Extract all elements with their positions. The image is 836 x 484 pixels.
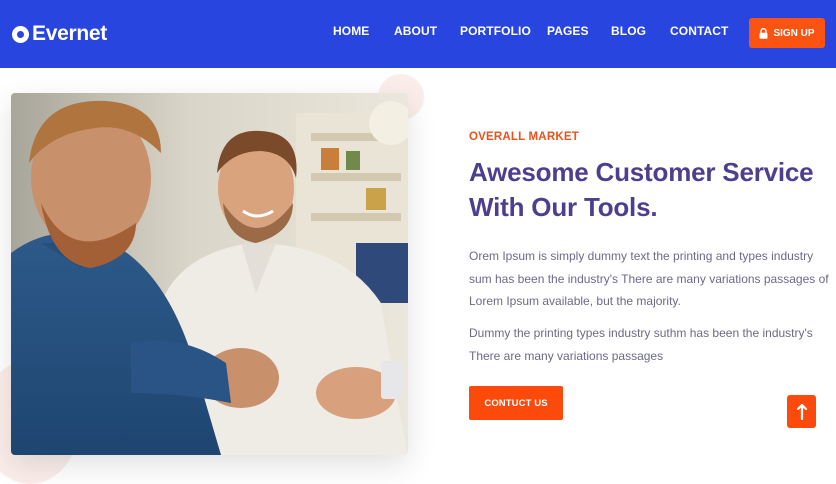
circle-mark-icon [12, 25, 29, 43]
brand-name: Evernet [32, 22, 107, 45]
nav-item-contact[interactable]: CONTACT [670, 24, 728, 38]
hero-image [11, 93, 408, 455]
nav-item-pages[interactable]: PAGES [547, 24, 589, 38]
section-title-line-2: With Our Tools. [469, 192, 658, 222]
hero-photo-illustration [11, 93, 408, 455]
sign-up-button[interactable]: SIGN UP [749, 18, 825, 48]
sign-up-label: SIGN UP [773, 27, 815, 39]
scroll-to-top-button[interactable] [787, 395, 816, 428]
section-title: Awesome Customer Service With Our Tools. [469, 155, 829, 225]
body-paragraph-1: Orem Ipsum is simply dummy text the prin… [469, 249, 829, 308]
contact-us-button[interactable]: CONTUCT US [469, 386, 563, 420]
nav-item-blog[interactable]: BLOG [611, 24, 646, 38]
lock-icon [759, 27, 768, 39]
nav-item-about[interactable]: ABOUT [394, 24, 437, 38]
body-paragraph-2: Dummy the printing types industry suthm … [469, 326, 813, 363]
brand-logo[interactable]: Evernet [12, 19, 107, 49]
nav-item-portfolio[interactable]: PORTFOLIO [460, 24, 531, 38]
section-title-line-1: Awesome Customer Service [469, 157, 814, 187]
section-eyebrow: OVERALL MARKET [469, 131, 579, 143]
arrow-up-icon [796, 403, 807, 420]
site-header: Evernet HOME ABOUT PORTFOLIO PAGES BLOG … [0, 0, 836, 68]
nav-item-home[interactable]: HOME [333, 24, 369, 38]
